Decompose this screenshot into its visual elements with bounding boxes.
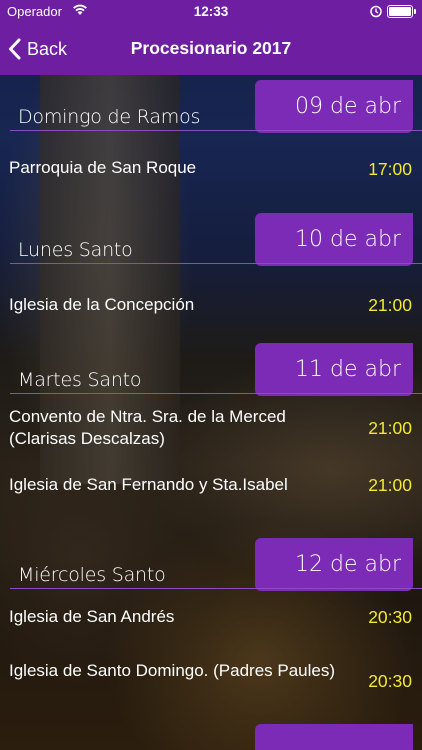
list-item[interactable]: Iglesia de San Andrés 20:30	[0, 596, 422, 648]
list-item[interactable]: Iglesia de Santo Domingo. (Padres Paules…	[0, 648, 422, 718]
event-time: 20:30	[368, 671, 412, 691]
date-badge: 11 de abr	[255, 343, 413, 396]
battery-icon	[387, 5, 416, 18]
list-item[interactable]: Iglesia de San Fernando y Sta.Isabel 21:…	[0, 472, 422, 533]
event-time: 21:00	[368, 295, 412, 315]
list-item[interactable]: Iglesia de la Concepción 21:00	[0, 271, 422, 338]
status-clock: 12:33	[193, 4, 229, 19]
event-time: 21:00	[368, 475, 412, 495]
event-place: Iglesia de San Andrés	[9, 607, 175, 626]
top-bar: Operador 12:33 Back Procesionario 2017	[0, 0, 422, 75]
alarm-lock-icon	[369, 4, 383, 18]
procession-list[interactable]: 09 de abr Domingo de Ramos Parroquia de …	[0, 75, 422, 750]
day-header: 10 de abr Lunes Santo	[0, 208, 422, 271]
event-time: 20:30	[368, 607, 412, 627]
navigation-bar: Back Procesionario 2017	[0, 24, 422, 75]
event-time: 17:00	[368, 159, 412, 179]
event-place: Parroquia de San Roque	[9, 158, 197, 177]
day-divider	[10, 263, 422, 264]
list-item[interactable]: Convento de Ntra. Sra. de la Merced (Cla…	[0, 400, 422, 472]
day-name: Miércoles Santo	[18, 564, 166, 586]
event-place: Iglesia de San Fernando y Sta.Isabel	[9, 475, 288, 494]
list-item[interactable]: Parroquia de San Roque 17:00	[0, 137, 422, 208]
day-header: 09 de abr Domingo de Ramos	[0, 75, 422, 137]
day-name: Martes Santo	[18, 369, 142, 391]
date-badge: 12 de abr	[255, 538, 413, 591]
status-bar: Operador 12:33	[0, 0, 422, 24]
day-divider	[10, 130, 422, 131]
day-header-partial	[0, 718, 422, 750]
event-place: Iglesia de Santo Domingo. (Padres Paules…	[9, 661, 336, 680]
day-header: 11 de abr Martes Santo	[0, 338, 422, 400]
date-badge: 09 de abr	[255, 80, 413, 133]
day-divider	[10, 588, 422, 589]
day-header: 12 de abr Miércoles Santo	[0, 533, 422, 596]
page-title: Procesionario 2017	[130, 38, 292, 58]
day-divider	[10, 393, 422, 394]
event-place: Convento de Ntra. Sra. de la Merced (Cla…	[9, 407, 286, 448]
day-name: Lunes Santo	[18, 239, 133, 261]
date-badge-partial	[255, 724, 413, 750]
date-badge: 10 de abr	[255, 213, 413, 266]
event-time: 21:00	[368, 418, 412, 438]
day-name: Domingo de Ramos	[18, 106, 201, 128]
event-place: Iglesia de la Concepción	[9, 295, 195, 314]
